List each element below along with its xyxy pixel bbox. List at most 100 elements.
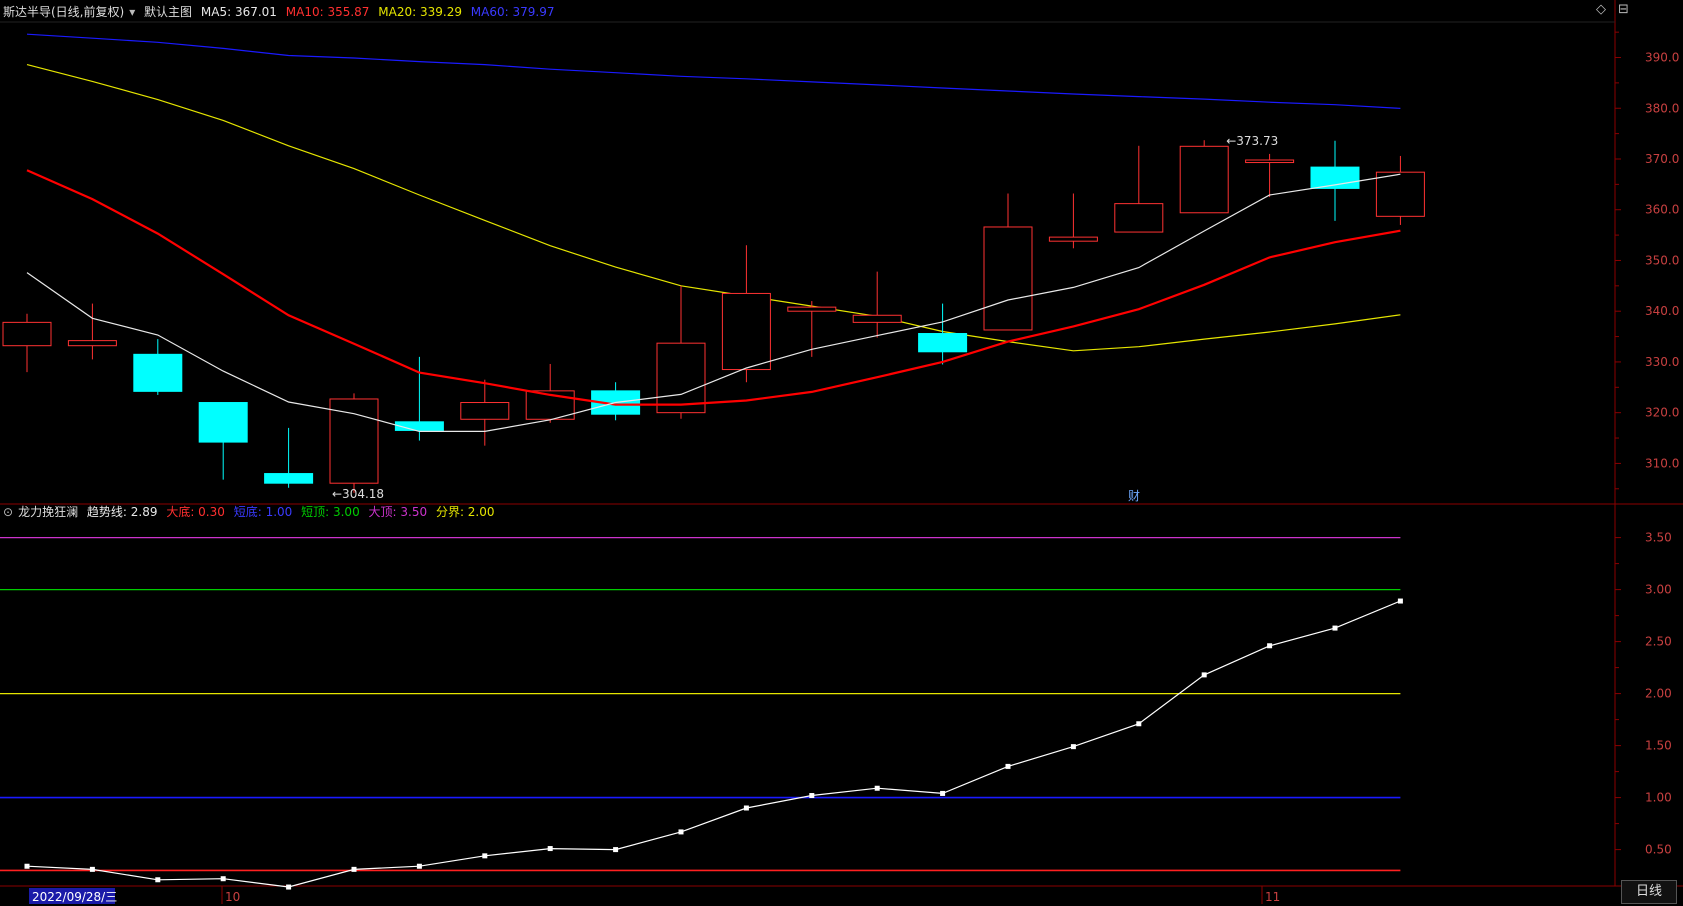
candle	[1114, 145, 1164, 233]
candle	[1310, 140, 1360, 221]
candle-body	[1179, 145, 1229, 214]
trend-point	[743, 805, 749, 811]
trend-point	[1136, 721, 1142, 727]
trend-point	[1005, 763, 1011, 769]
short-bottom-label: 短底: 1.00	[233, 505, 293, 519]
trend-line-label: 趋势线: 2.89	[86, 505, 158, 519]
candle	[1375, 155, 1425, 225]
divide-label: 分界: 2.00	[435, 505, 495, 519]
period-button[interactable]: 日线	[1621, 880, 1677, 904]
ma60-label: MA60: 379.97	[470, 5, 555, 19]
chart-mode-label[interactable]: 默认主图	[144, 5, 192, 19]
ma20-label: MA20: 339.29	[378, 5, 462, 19]
candle-body	[460, 402, 510, 420]
candle-body	[983, 226, 1033, 331]
trend-point	[416, 863, 422, 869]
candle-body	[67, 340, 117, 347]
price-tick-label: 370.0	[1645, 152, 1679, 166]
diamond-icon[interactable]: ◇	[1596, 2, 1606, 17]
trend-point	[89, 866, 95, 872]
main-chart-header: 斯达半导(日线,前复权) ▾ 默认主图 MA5: 367.01 MA10: 355…	[3, 4, 559, 20]
low-price-annotation: ←304.18	[332, 487, 384, 501]
trend-point	[809, 793, 815, 799]
cursor-date-label: 2022/09/28/三	[32, 890, 117, 904]
candle-body	[1114, 203, 1164, 233]
indicator-tick-label: 0.50	[1645, 843, 1672, 857]
stock-title[interactable]: 斯达半导(日线,前复权)	[3, 5, 124, 19]
candle-body	[918, 333, 968, 353]
trend-point	[874, 785, 880, 791]
price-tick-label: 330.0	[1645, 355, 1679, 369]
candle-body	[852, 314, 902, 323]
candle-body	[656, 342, 706, 414]
candle	[525, 363, 575, 423]
candle	[329, 393, 379, 493]
trend-point	[482, 853, 488, 859]
candle	[787, 301, 837, 357]
trend-point	[220, 876, 226, 882]
candle	[460, 379, 510, 446]
trend-point	[547, 846, 553, 852]
indicator-collapse-icon[interactable]: ⊙	[3, 505, 13, 519]
indicator-header: ⊙ 龙力挽狂澜 趋势线: 2.89 大底: 0.30 短底: 1.00 短顶: 3…	[3, 504, 500, 520]
trend-point	[351, 866, 357, 872]
candle-body	[1048, 236, 1098, 242]
candle	[852, 271, 902, 338]
candle	[394, 356, 444, 441]
trend-point	[1070, 744, 1076, 750]
price-tick-label: 390.0	[1645, 51, 1679, 65]
candle-body	[721, 292, 771, 371]
trend-point	[1267, 643, 1273, 649]
trend-point	[940, 790, 946, 796]
indicator-title[interactable]: 龙力挽狂澜	[18, 505, 78, 519]
indicator-tick-label: 3.50	[1645, 531, 1672, 545]
indicator-tick-label: 1.00	[1645, 791, 1672, 805]
candle	[67, 303, 117, 360]
candle-body	[787, 306, 837, 312]
candle	[1048, 193, 1098, 249]
price-tick-label: 340.0	[1645, 304, 1679, 318]
price-tick-label: 310.0	[1645, 456, 1679, 470]
candle	[2, 313, 52, 373]
ma5-label: MA5: 367.01	[200, 5, 277, 19]
price-tick-label: 350.0	[1645, 253, 1679, 267]
candle	[918, 303, 968, 365]
candle	[198, 402, 248, 480]
minimize-icon[interactable]: ⊟	[1618, 2, 1629, 17]
candle-body	[133, 353, 183, 392]
finance-marker: 财	[1128, 489, 1140, 503]
candle	[264, 427, 314, 488]
indicator-tick-label: 3.00	[1645, 583, 1672, 597]
candle	[983, 193, 1033, 331]
indicator-tick-label: 1.50	[1645, 739, 1672, 753]
trend-point	[1332, 625, 1338, 631]
trend-point	[24, 863, 30, 869]
high-price-annotation: ←373.73	[1226, 134, 1278, 148]
collapse-icon[interactable]: ▾	[129, 5, 135, 19]
ma10-label: MA10: 355.87	[285, 5, 370, 19]
trend-point	[155, 877, 161, 883]
candle	[656, 285, 706, 419]
candle-body	[1375, 171, 1425, 217]
price-tick-label: 360.0	[1645, 203, 1679, 217]
candle-body	[329, 398, 379, 484]
candle-body	[394, 421, 444, 431]
candle-body	[198, 402, 248, 443]
price-tick-label: 320.0	[1645, 406, 1679, 420]
candle-body	[1245, 159, 1295, 164]
trend-line	[26, 600, 1401, 888]
candle-body	[264, 473, 314, 484]
trend-point	[1397, 598, 1403, 604]
month-label-11: 11	[1265, 890, 1280, 904]
indicator-tick-label: 2.00	[1645, 687, 1672, 701]
candle	[1245, 153, 1295, 198]
trend-point	[678, 829, 684, 835]
candle	[133, 339, 183, 395]
price-tick-label: 380.0	[1645, 101, 1679, 115]
trend-point	[286, 884, 292, 890]
ma60-line	[26, 33, 1401, 109]
candle	[721, 245, 771, 383]
month-label-10: 10	[225, 890, 240, 904]
trend-point	[613, 847, 619, 853]
chart-canvas: 310.0 320.0 330.0 340.0 350.0 360.0 370.0 380.0…	[0, 0, 1683, 904]
